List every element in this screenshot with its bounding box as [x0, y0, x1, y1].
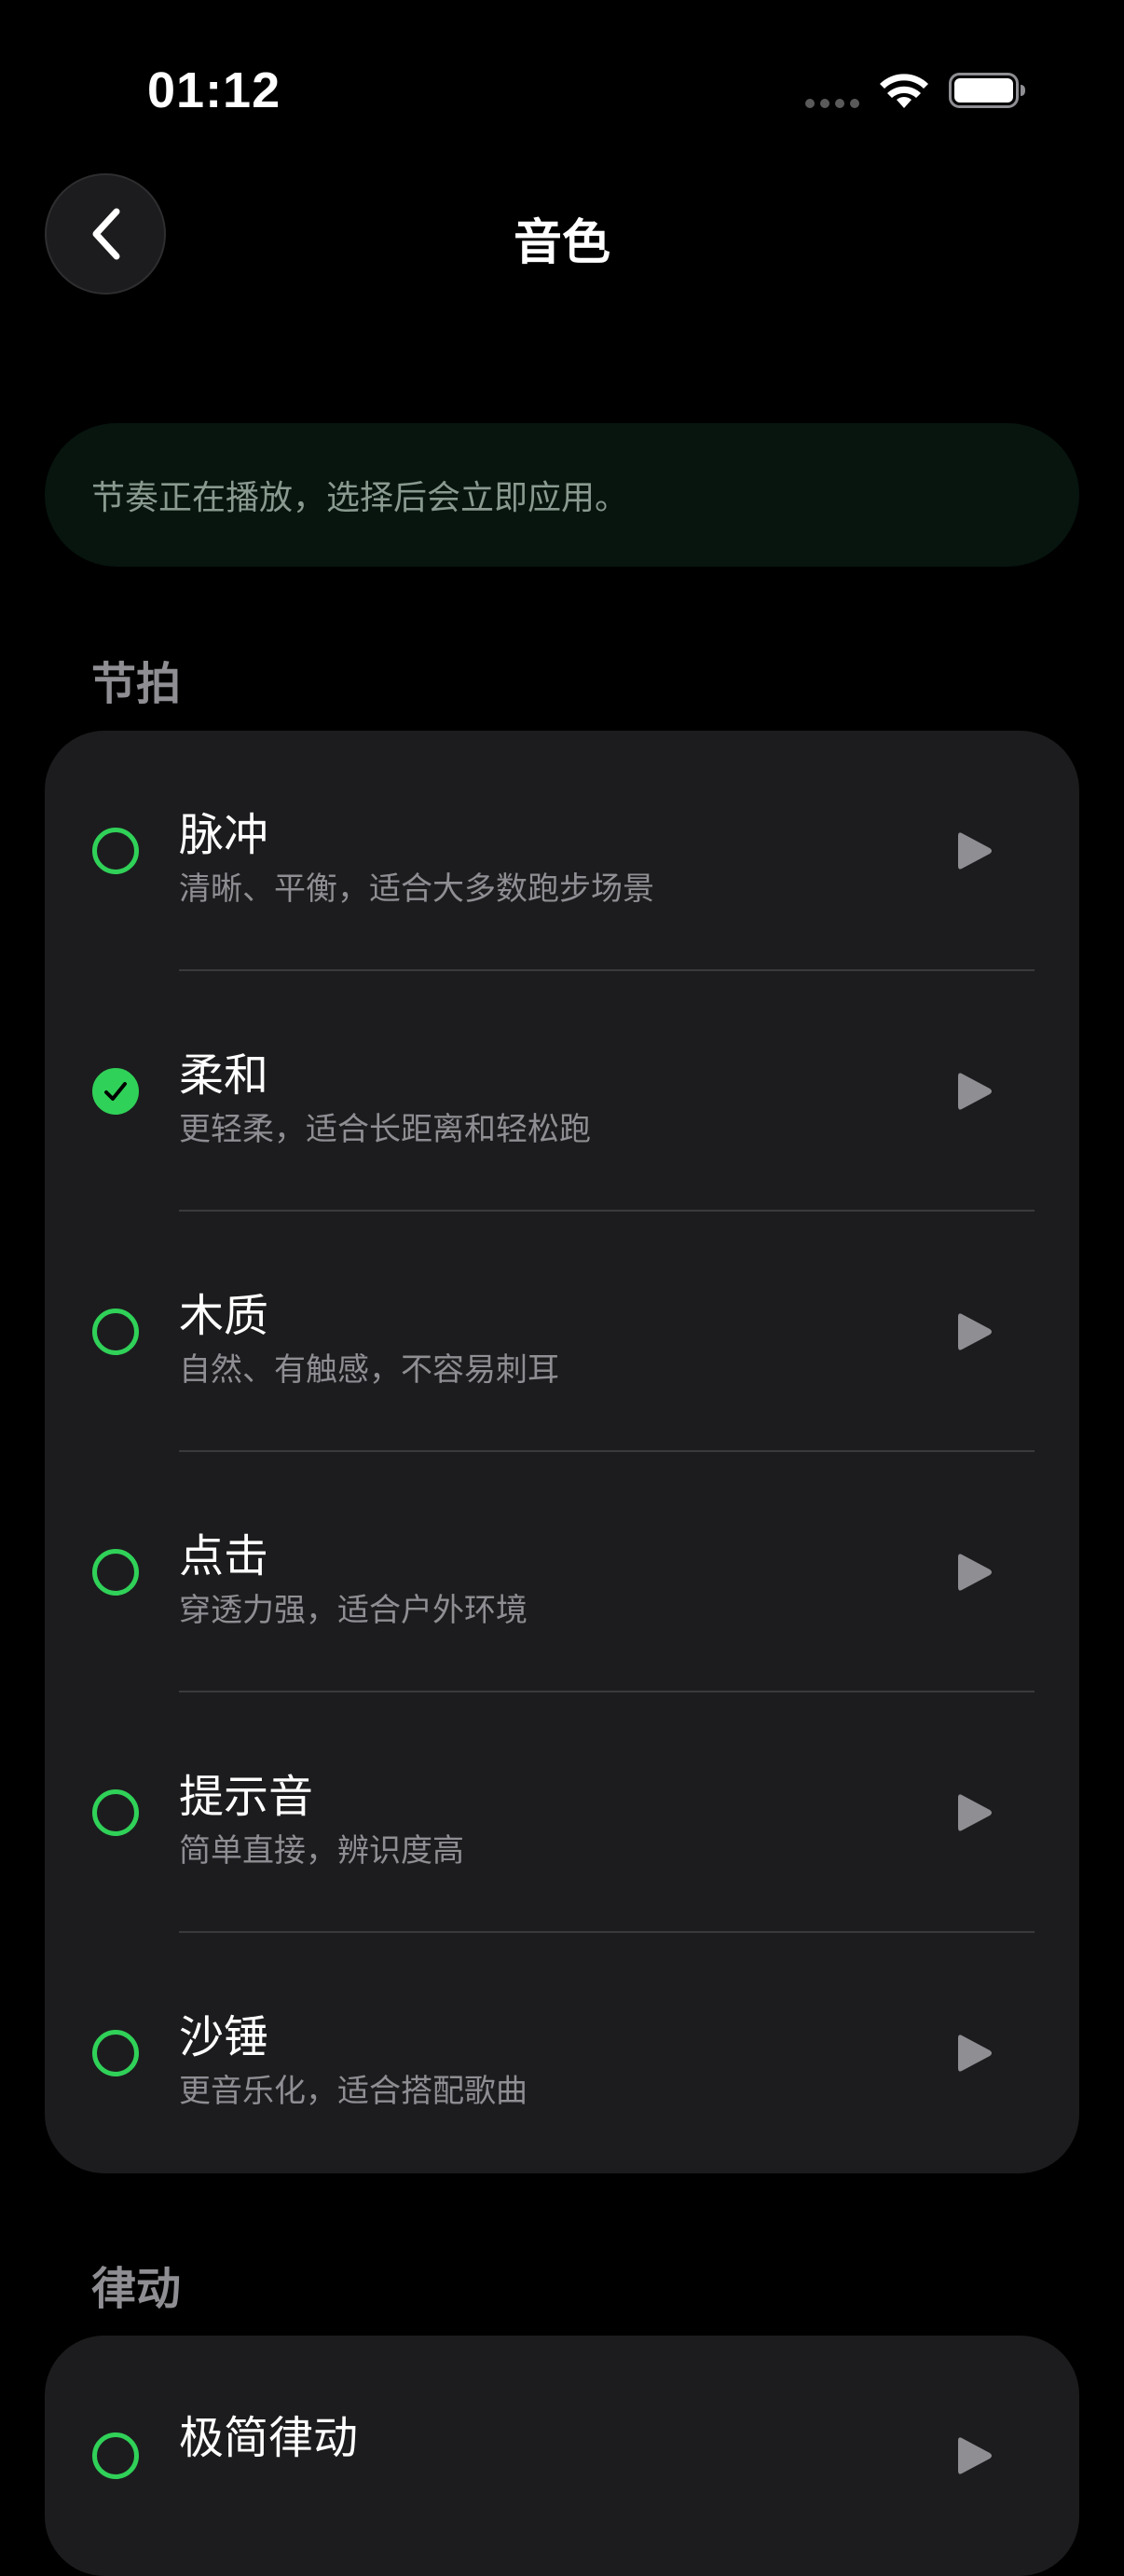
item-subtitle: 更音乐化，适合搭配歌曲	[179, 2073, 528, 2110]
playing-banner: 节奏正在播放，选择后会立即应用。	[45, 423, 1079, 567]
item-title: 木质	[179, 1290, 269, 1342]
list-item[interactable]: 脉冲 清晰、平衡，适合大多数跑步场景	[45, 731, 1079, 971]
play-icon[interactable]	[951, 1068, 997, 1115]
item-subtitle: 清晰、平衡，适合大多数跑步场景	[179, 870, 654, 908]
list-item[interactable]: 沙锤 更音乐化，适合搭配歌曲	[45, 1933, 1079, 2173]
radio-unselected[interactable]	[92, 2030, 139, 2076]
section-header-groove: 律动	[91, 2263, 182, 2315]
battery-icon	[949, 73, 1025, 108]
item-subtitle: 自然、有触感，不容易刺耳	[179, 1351, 559, 1389]
play-icon[interactable]	[951, 1549, 997, 1596]
play-icon[interactable]	[951, 2432, 997, 2479]
play-icon[interactable]	[951, 2030, 997, 2076]
status-bar: 01:12	[0, 0, 1124, 186]
play-icon[interactable]	[951, 828, 997, 874]
item-title: 点击	[179, 1530, 269, 1583]
beat-sound-list: 脉冲 清晰、平衡，适合大多数跑步场景 柔和 更轻柔，适合长距离和轻松跑 木质 自…	[45, 731, 1079, 2173]
item-subtitle: 简单直接，辨识度高	[179, 1832, 464, 1870]
radio-unselected[interactable]	[92, 1309, 139, 1355]
list-item[interactable]: 点击 穿透力强，适合户外环境	[45, 1452, 1079, 1692]
list-item[interactable]: 柔和 更轻柔，适合长距离和轻松跑	[45, 971, 1079, 1212]
section-header-beat: 节拍	[91, 658, 182, 710]
item-title: 脉冲	[179, 809, 269, 861]
radio-unselected[interactable]	[92, 828, 139, 874]
play-icon[interactable]	[951, 1789, 997, 1836]
item-title: 极简律动	[179, 2412, 359, 2464]
banner-text: 节奏正在播放，选择后会立即应用。	[91, 479, 629, 517]
list-item[interactable]: 极简律动	[45, 2336, 1079, 2576]
item-title: 提示音	[179, 1771, 314, 1823]
item-subtitle: 更轻柔，适合长距离和轻松跑	[179, 1111, 591, 1148]
status-time: 01:12	[147, 62, 281, 118]
radio-selected[interactable]	[92, 1068, 139, 1115]
radio-unselected[interactable]	[92, 2432, 139, 2479]
item-title: 沙锤	[179, 2011, 269, 2063]
radio-unselected[interactable]	[92, 1789, 139, 1836]
play-icon[interactable]	[951, 1309, 997, 1355]
list-item[interactable]: 提示音 简单直接，辨识度高	[45, 1692, 1079, 1933]
item-title: 柔和	[179, 1049, 269, 1102]
radio-unselected[interactable]	[92, 1549, 139, 1596]
item-subtitle: 穿透力强，适合户外环境	[179, 1592, 528, 1629]
page-title: 音色	[513, 215, 610, 271]
checkmark-icon	[104, 1082, 127, 1101]
list-item[interactable]: 木质 自然、有触感，不容易刺耳	[45, 1212, 1079, 1452]
wifi-icon	[880, 74, 928, 108]
groove-sound-list: 极简律动	[45, 2336, 1079, 2576]
cellular-signal-icon	[805, 99, 859, 108]
